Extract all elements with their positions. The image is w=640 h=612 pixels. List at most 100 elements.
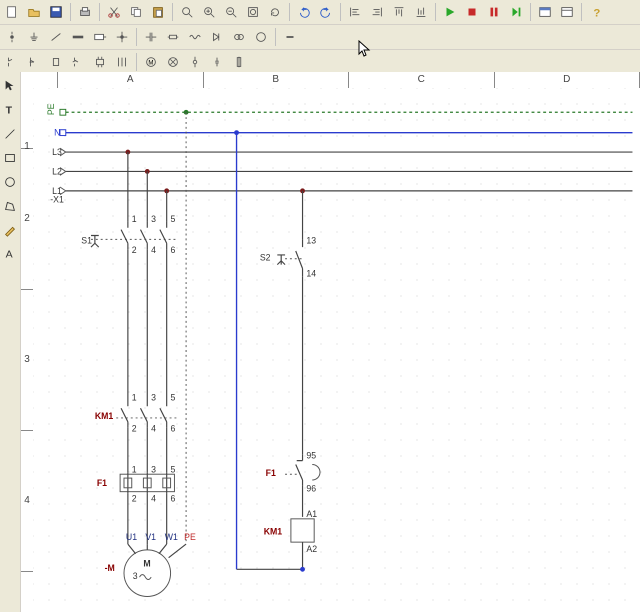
svg-text:3: 3 (151, 214, 156, 224)
help-icon[interactable]: ? (586, 2, 606, 22)
fuse-icon[interactable] (229, 52, 249, 72)
svg-text:6: 6 (171, 424, 176, 434)
toolbar-main: ? (0, 0, 640, 25)
svg-text:KM1: KM1 (264, 526, 283, 536)
ruler-horizontal: A B C D (45, 72, 640, 89)
svg-text:T: T (6, 105, 13, 117)
coil-icon[interactable] (46, 52, 66, 72)
component-f1-aux: F1 95 96 (266, 451, 320, 494)
refresh-icon[interactable] (265, 2, 285, 22)
inductor-icon[interactable] (185, 27, 205, 47)
undo-icon[interactable] (294, 2, 314, 22)
svg-text:S2: S2 (260, 253, 271, 263)
wire-icon[interactable] (46, 27, 66, 47)
source-icon[interactable] (251, 27, 271, 47)
contact-no-icon[interactable] (2, 52, 22, 72)
svg-text:2: 2 (132, 245, 137, 255)
svg-text:95: 95 (306, 451, 316, 461)
window-icon[interactable] (535, 2, 555, 22)
svg-text:6: 6 (171, 493, 176, 503)
svg-text:2: 2 (132, 493, 137, 503)
svg-text:14: 14 (306, 268, 316, 278)
diode-icon[interactable] (207, 27, 227, 47)
svg-text:1: 1 (132, 214, 137, 224)
ruler-col: D (495, 72, 640, 88)
svg-text:3: 3 (151, 464, 156, 474)
zoom-in-icon[interactable] (199, 2, 219, 22)
text-a-icon[interactable]: A (0, 244, 20, 264)
resistor-icon[interactable] (163, 27, 183, 47)
open-icon[interactable] (24, 2, 44, 22)
svg-text:13: 13 (306, 235, 316, 245)
schematic-canvas[interactable]: A B C D 1 2 3 4 PE N L3 (21, 72, 640, 612)
svg-text:1: 1 (132, 392, 137, 402)
connector-icon[interactable] (207, 52, 227, 72)
motor-icon[interactable]: M (141, 52, 161, 72)
select-icon[interactable] (0, 76, 20, 96)
overload-icon[interactable] (90, 52, 110, 72)
zoom-fit-icon[interactable] (243, 2, 263, 22)
pencil-icon[interactable] (0, 220, 20, 240)
align-bottom-icon[interactable] (411, 2, 431, 22)
rect-icon[interactable] (0, 148, 20, 168)
component-motor: U1 V1 W1 PE -M M 3 (105, 532, 196, 596)
probe-icon[interactable] (2, 27, 22, 47)
terminal-icon[interactable] (185, 52, 205, 72)
line-icon[interactable] (0, 124, 20, 144)
svg-text:1: 1 (132, 464, 137, 474)
svg-text:M: M (148, 60, 153, 67)
svg-text:-M: -M (105, 563, 115, 573)
breaker-icon[interactable] (68, 52, 88, 72)
copy-icon[interactable] (126, 2, 146, 22)
circle-icon[interactable] (0, 172, 20, 192)
svg-text:5: 5 (171, 464, 176, 474)
ruler-row: 2 (21, 149, 33, 290)
netlabel-icon[interactable] (90, 27, 110, 47)
text-icon[interactable]: T (0, 100, 20, 120)
print-icon[interactable] (75, 2, 95, 22)
toolbar-second (0, 25, 640, 50)
svg-text:F1: F1 (266, 468, 276, 478)
align-top-icon[interactable] (389, 2, 409, 22)
step-icon[interactable] (506, 2, 526, 22)
svg-text:2: 2 (132, 424, 137, 434)
play-icon[interactable] (440, 2, 460, 22)
pause-icon[interactable] (484, 2, 504, 22)
paste-icon[interactable] (148, 2, 168, 22)
capacitor-icon[interactable] (141, 27, 161, 47)
component-km1-coil: KM1 A1 A2 (264, 509, 318, 554)
save-icon[interactable] (46, 2, 66, 22)
switch3-icon[interactable] (112, 52, 132, 72)
redo-icon[interactable] (316, 2, 336, 22)
svg-text:5: 5 (171, 392, 176, 402)
zoom-out-icon[interactable] (221, 2, 241, 22)
svg-text:M: M (143, 558, 150, 568)
align-right-icon[interactable] (367, 2, 387, 22)
ruler-row: 1 (21, 88, 33, 149)
svg-text:3: 3 (133, 571, 138, 581)
polygon-icon[interactable] (0, 196, 20, 216)
find-icon[interactable] (177, 2, 197, 22)
ruler-col: A (58, 72, 204, 88)
cut-icon[interactable] (104, 2, 124, 22)
minus-icon[interactable] (280, 27, 300, 47)
component-s2: S2 13 14 (260, 235, 316, 278)
svg-text:A2: A2 (306, 544, 317, 554)
browser-icon[interactable] (557, 2, 577, 22)
junction-icon[interactable] (112, 27, 132, 47)
bus-icon[interactable] (68, 27, 88, 47)
transformer-icon[interactable] (229, 27, 249, 47)
ruler-col: B (204, 72, 350, 88)
align-left-icon[interactable] (345, 2, 365, 22)
svg-text:4: 4 (151, 245, 156, 255)
lamp-icon[interactable] (163, 52, 183, 72)
svg-text:96: 96 (306, 484, 316, 494)
ground-icon[interactable] (24, 27, 44, 47)
svg-text:?: ? (593, 7, 600, 19)
component-km1-main: KM1 1 2 3 4 5 6 (95, 392, 177, 433)
svg-text:S1: S1 (81, 235, 92, 245)
new-icon[interactable] (2, 2, 22, 22)
contact-nc-icon[interactable] (24, 52, 44, 72)
svg-text:A: A (6, 249, 13, 261)
stop-icon[interactable] (462, 2, 482, 22)
